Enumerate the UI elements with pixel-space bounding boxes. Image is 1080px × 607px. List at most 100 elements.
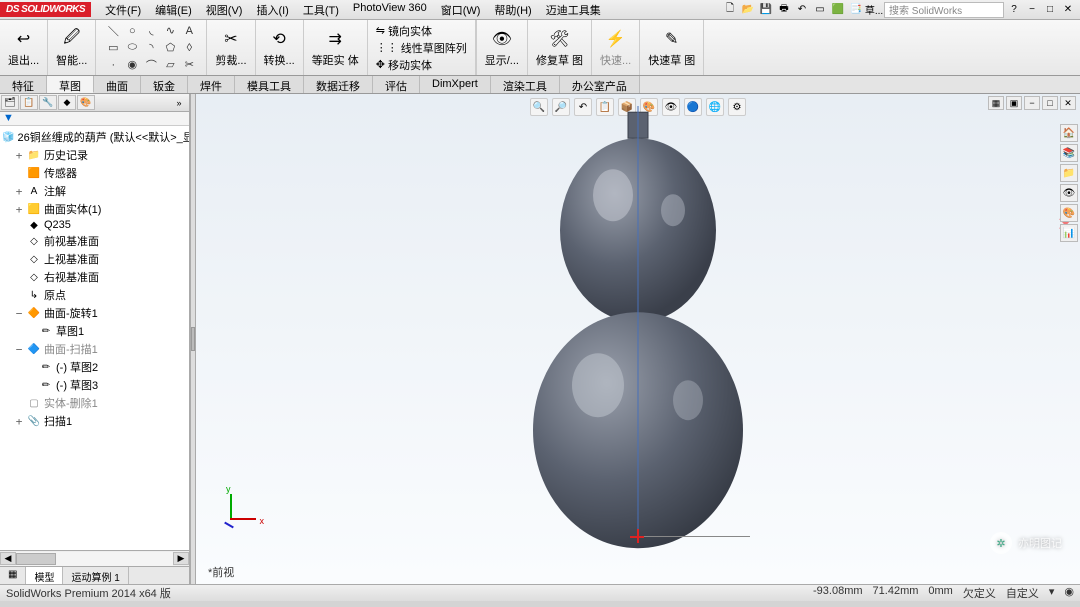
tree-item[interactable]: ◇前视基准面	[2, 232, 187, 250]
disp-tab-icon[interactable]: ◆	[58, 95, 76, 110]
ellipse-icon[interactable]: ⬭	[123, 40, 141, 56]
center-icon[interactable]: ◉	[123, 57, 141, 73]
view-triad[interactable]: y x	[216, 494, 256, 534]
circle-icon[interactable]: ○	[123, 23, 141, 39]
quick-sketch-button[interactable]: ✎快速草 图	[648, 27, 695, 68]
help-icon[interactable]: ?	[1006, 2, 1022, 18]
tree-item[interactable]: ▢实体-删除1	[2, 394, 187, 412]
tab-office[interactable]: 办公室产品	[560, 76, 640, 93]
tab-mold[interactable]: 模具工具	[235, 76, 304, 93]
origin-marker[interactable]	[633, 532, 643, 542]
menu-photoview[interactable]: PhotoView 360	[347, 0, 433, 20]
spline-icon[interactable]: ∿	[161, 23, 179, 39]
open-icon[interactable]: 📂	[740, 2, 756, 18]
undo-icon[interactable]: ↶	[794, 2, 810, 18]
tab-sheetmetal[interactable]: 钣金	[141, 76, 188, 93]
trim-mini-icon[interactable]: ✂	[180, 57, 198, 73]
btab-motion[interactable]: 运动算例 1	[63, 567, 128, 584]
tree-item[interactable]: +🟨曲面实体(1)	[2, 200, 187, 218]
fm-tab-icon[interactable]: 🗂	[1, 95, 19, 110]
tab-render[interactable]: 渲染工具	[491, 76, 560, 93]
tree-item[interactable]: ↳原点	[2, 286, 187, 304]
move-button[interactable]: ✥移动实体	[376, 57, 467, 73]
scroll-thumb[interactable]	[16, 553, 56, 565]
tree-item[interactable]: ◇上视基准面	[2, 250, 187, 268]
tp-file-icon[interactable]: 📁	[1060, 164, 1078, 182]
mirror-button[interactable]: ⇋镜向实体	[376, 23, 467, 39]
menu-edit[interactable]: 编辑(E)	[149, 0, 198, 20]
tree-item[interactable]: −🔷曲面-扫描1	[2, 340, 187, 358]
rebuild-icon[interactable]: 🟩	[830, 2, 846, 18]
tree-item[interactable]: ✏(-) 草图2	[2, 358, 187, 376]
tab-sketch[interactable]: 草图	[47, 76, 94, 93]
dx-tab-icon[interactable]: 🎨	[77, 95, 95, 110]
menu-maidi[interactable]: 迈迪工具集	[540, 0, 607, 20]
trim-button[interactable]: ✂剪裁...	[215, 27, 246, 68]
polygon-icon[interactable]: ⬠	[161, 40, 179, 56]
pm-tab-icon[interactable]: 📋	[20, 95, 38, 110]
repair-button[interactable]: 🛠修复草 图	[536, 27, 583, 68]
arc2-icon[interactable]: ◝	[142, 40, 160, 56]
tree-root[interactable]: 🧊26铜丝缠成的葫芦 (默认<<默认>_显示	[2, 128, 187, 146]
menu-help[interactable]: 帮助(H)	[488, 0, 537, 20]
vw-min-icon[interactable]: −	[1024, 96, 1040, 110]
offset-button[interactable]: ⇉等距实 体	[312, 27, 359, 68]
menu-view[interactable]: 视图(V)	[200, 0, 249, 20]
tab-feature[interactable]: 特征	[0, 76, 47, 93]
status-unit-icon[interactable]: ◉	[1064, 585, 1074, 601]
convert-button[interactable]: ⟲转换...	[264, 27, 295, 68]
minimize-icon[interactable]: −	[1024, 2, 1040, 18]
rect-icon[interactable]: ▭	[104, 40, 122, 56]
tp-appear-icon[interactable]: 🎨	[1060, 204, 1078, 222]
sketch-icon[interactable]: 草...	[866, 2, 882, 18]
search-input[interactable]: 搜索 SolidWorks	[884, 2, 1004, 18]
text-icon[interactable]: A	[180, 23, 198, 39]
collapse-icon[interactable]: »	[170, 95, 188, 110]
exit-sketch-button[interactable]: ↩退出...	[8, 27, 39, 68]
vw-a-icon[interactable]: ▦	[988, 96, 1004, 110]
vw-close-icon[interactable]: ✕	[1060, 96, 1076, 110]
btab-icon[interactable]: ▦	[0, 567, 26, 584]
restore-icon[interactable]: □	[1042, 2, 1058, 18]
tree-item[interactable]: +📎扫描1	[2, 412, 187, 430]
slot-icon[interactable]: ◊	[180, 40, 198, 56]
select-icon[interactable]: ▭	[812, 2, 828, 18]
tree-item[interactable]: 🟧传感器	[2, 164, 187, 182]
tp-home-icon[interactable]: 🏠	[1060, 124, 1078, 142]
feature-tree[interactable]: 🧊26铜丝缠成的葫芦 (默认<<默认>_显示 +📁历史记录🟧传感器+A注解+🟨曲…	[0, 126, 189, 550]
menu-window[interactable]: 窗口(W)	[435, 0, 487, 20]
vw-max-icon[interactable]: □	[1042, 96, 1058, 110]
line-icon[interactable]: ＼	[104, 23, 122, 39]
smart-dimension-button[interactable]: 🖉智能...	[56, 27, 87, 68]
tree-item[interactable]: +A注解	[2, 182, 187, 200]
new-icon[interactable]: 🗋	[722, 2, 738, 18]
pattern-button[interactable]: ⋮⋮线性草图阵列	[376, 40, 467, 56]
tab-dimxpert[interactable]: DimXpert	[420, 76, 491, 93]
close-icon[interactable]: ✕	[1060, 2, 1076, 18]
side-hscroll[interactable]: ◀ ▶	[0, 550, 189, 566]
display-button[interactable]: 👁显示/...	[485, 27, 519, 68]
point-icon[interactable]: ·	[104, 57, 122, 73]
tab-weldment[interactable]: 焊件	[188, 76, 235, 93]
cfg-tab-icon[interactable]: 🔧	[39, 95, 57, 110]
tp-view-icon[interactable]: 👁	[1060, 184, 1078, 202]
tab-evaluate[interactable]: 评估	[373, 76, 420, 93]
graphics-viewport[interactable]: 🔍 🔎 ↶ 📋 📦 🎨 👁 🔵 🌐 ⚙ ▦▣ −□✕ ✕ 🏠 📚 📁 👁 🎨 📊	[196, 94, 1080, 584]
fillet-icon[interactable]: ⌒	[142, 57, 160, 73]
plane-icon[interactable]: ▱	[161, 57, 179, 73]
tree-item[interactable]: +📁历史记录	[2, 146, 187, 164]
btab-model[interactable]: 模型	[26, 567, 63, 584]
tab-surface[interactable]: 曲面	[94, 76, 141, 93]
tree-item[interactable]: ◇右视基准面	[2, 268, 187, 286]
arc-icon[interactable]: ◟	[142, 23, 160, 39]
scroll-right-icon[interactable]: ▶	[173, 552, 189, 565]
options-icon[interactable]: 📑	[848, 2, 864, 18]
menu-tools[interactable]: 工具(T)	[297, 0, 345, 20]
save-icon[interactable]: 💾	[758, 2, 774, 18]
print-icon[interactable]: 🖶	[776, 2, 792, 18]
vw-b-icon[interactable]: ▣	[1006, 96, 1022, 110]
tree-item[interactable]: ✏(-) 草图3	[2, 376, 187, 394]
menu-file[interactable]: 文件(F)	[99, 0, 147, 20]
scroll-left-icon[interactable]: ◀	[0, 552, 16, 565]
tp-lib-icon[interactable]: 📚	[1060, 144, 1078, 162]
